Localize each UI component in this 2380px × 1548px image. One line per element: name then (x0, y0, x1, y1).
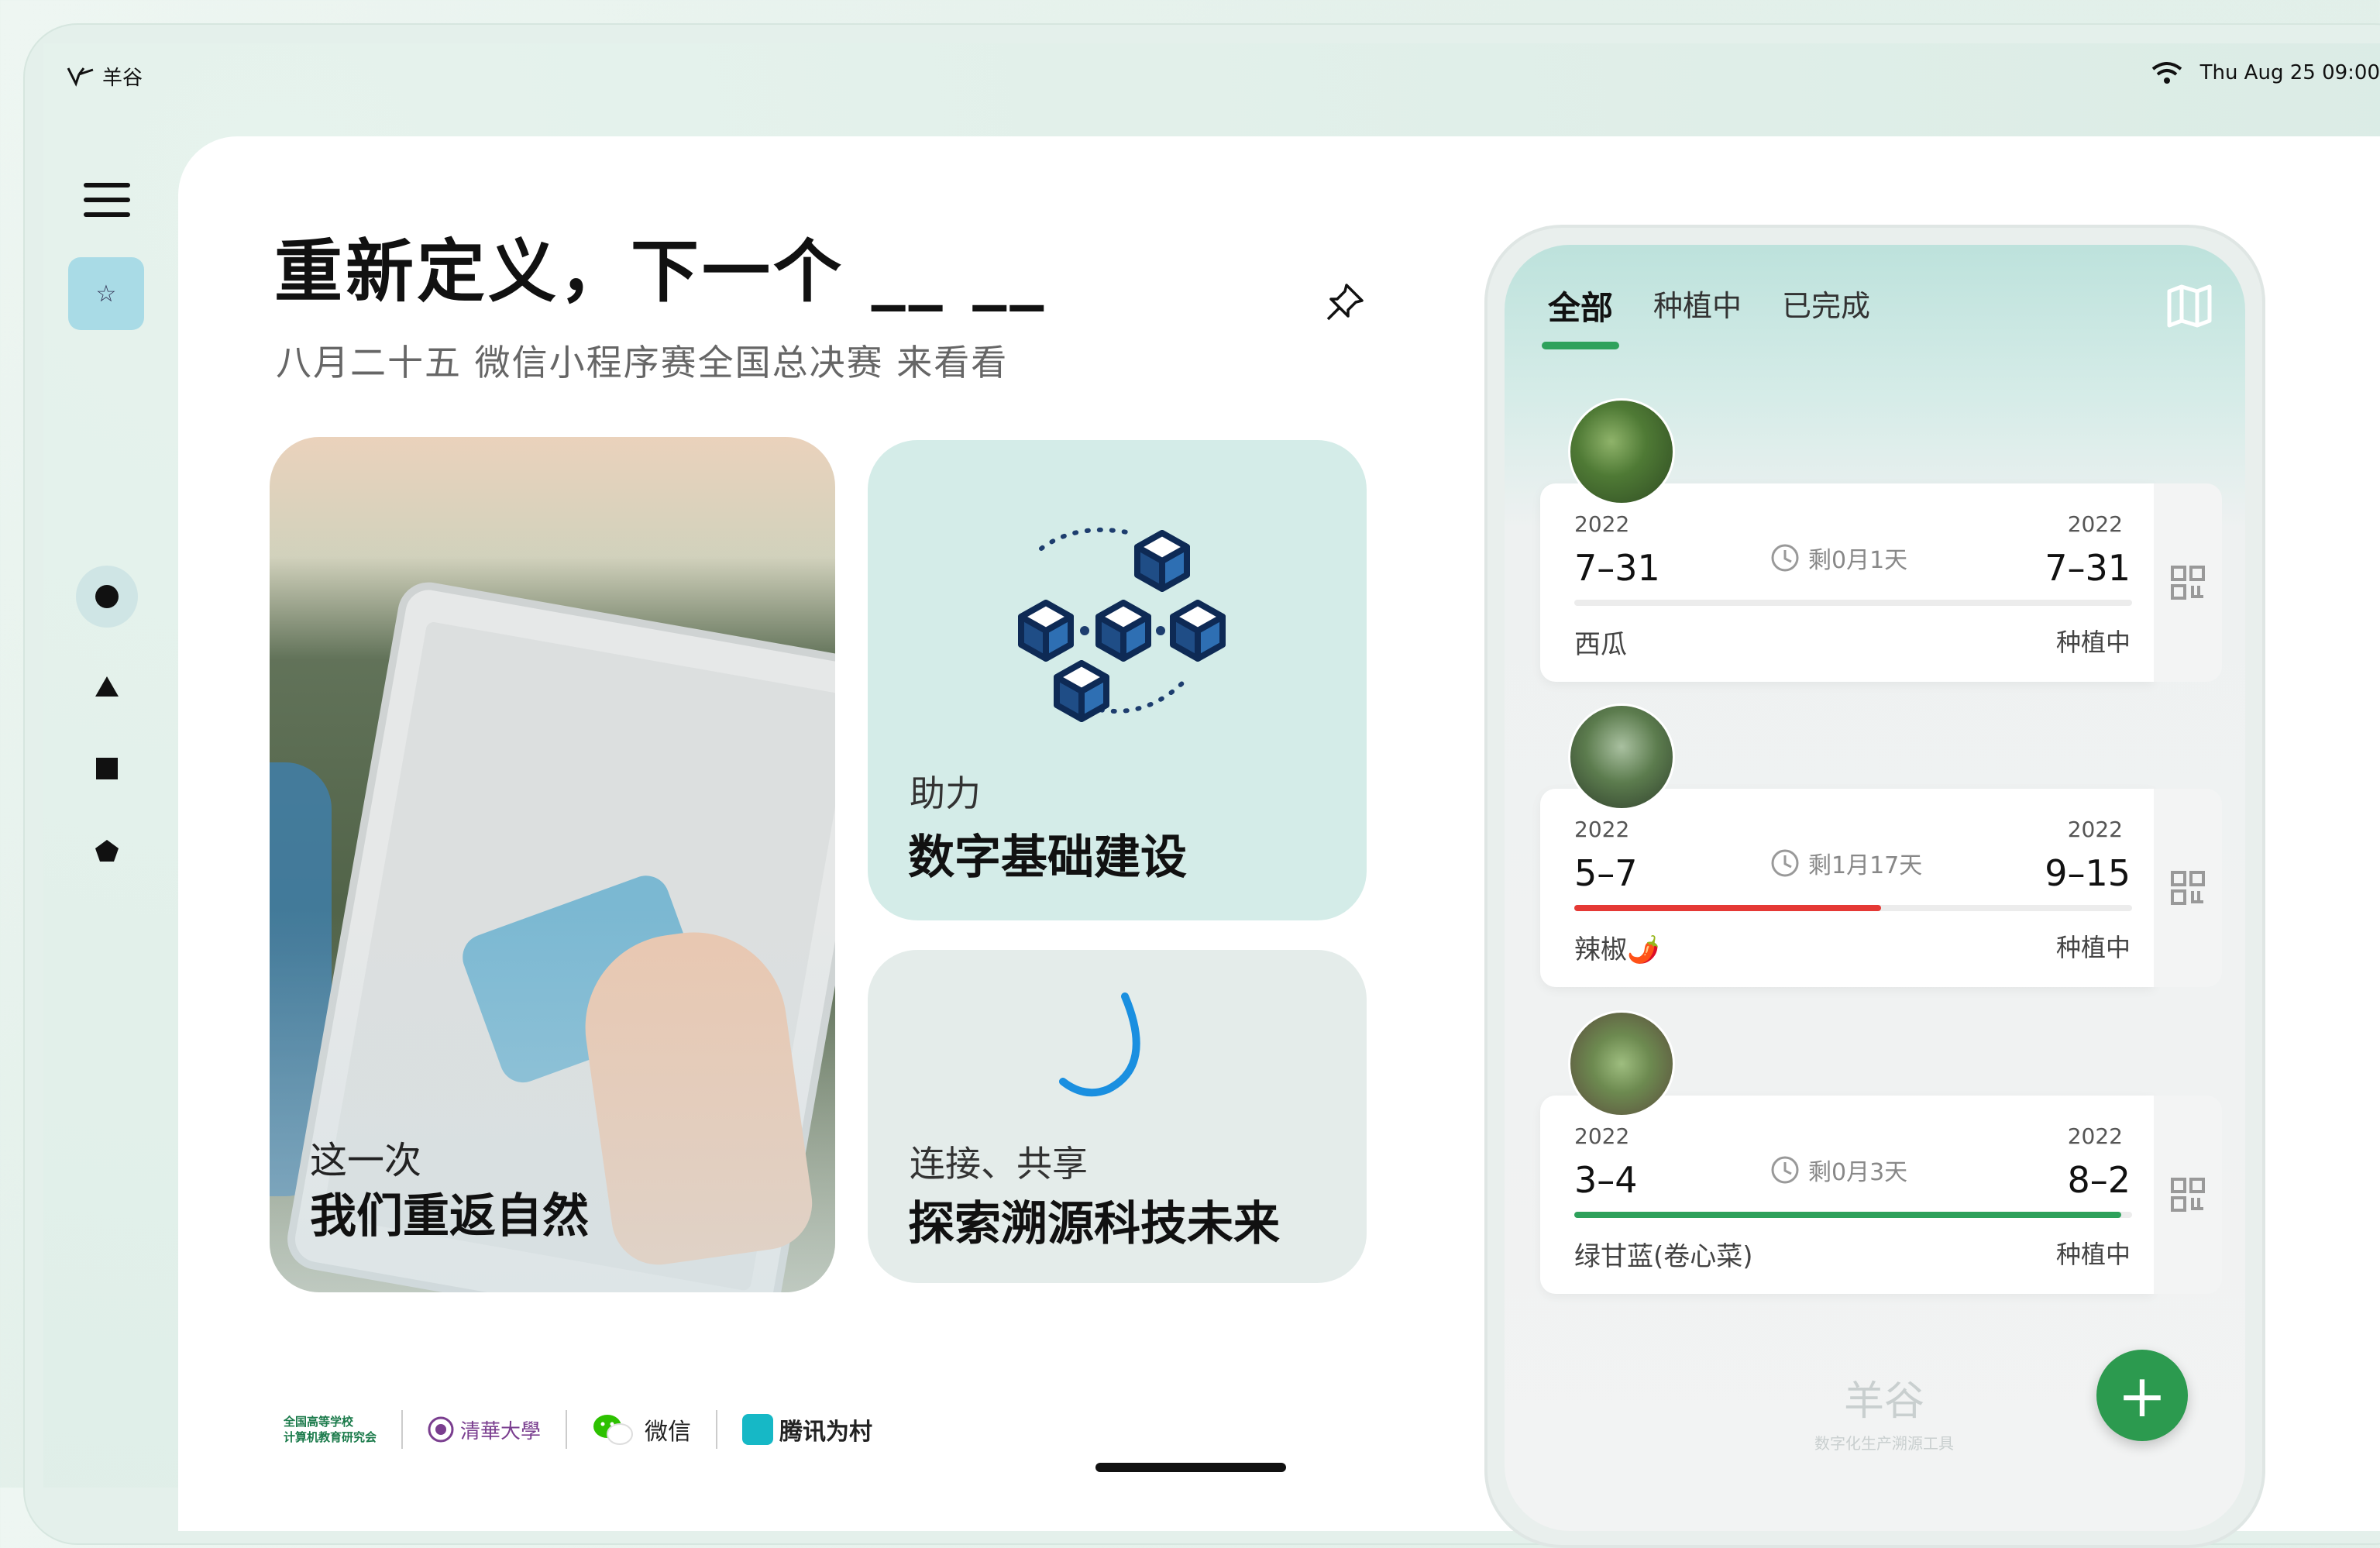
end-date: 8–2 (2067, 1159, 2131, 1201)
partner-logos: 全国高等学校 计算机教育研究会 清華大學 微信 腾讯为村 (284, 1410, 872, 1449)
star-icon: ☆ (95, 280, 117, 308)
phone-tabs: 全部 种植中 已完成 (1541, 282, 1870, 349)
digital-infra-line1: 助力 (910, 772, 981, 814)
app-logo-icon (67, 67, 94, 87)
end-year: 2022 (2067, 817, 2123, 842)
pentagon-icon (95, 840, 119, 862)
pin-icon[interactable] (1323, 280, 1367, 324)
planting-record[interactable]: 2022 3–4 剩0月3天 2022 8–2 绿甘蓝(卷心菜) 种植中 (1540, 1010, 2222, 1294)
qr-code-button[interactable] (2154, 1096, 2222, 1294)
trace-tech-line2: 探索溯源科技未来 (908, 1197, 1280, 1251)
page-subtitle: 八月二十五 微信小程序赛全国总决赛 来看看 (276, 342, 1009, 384)
photo-card-line1: 这一次 (310, 1139, 422, 1182)
tab-planting[interactable]: 种植中 (1653, 282, 1742, 329)
crop-avatar (1568, 1010, 1675, 1117)
plus-icon: + (2117, 1361, 2167, 1430)
map-icon[interactable] (2165, 280, 2214, 330)
qr-code-icon (2171, 566, 2205, 600)
blockchain-cubes-icon (1018, 528, 1226, 722)
crop-avatar (1568, 703, 1675, 810)
home-indicator[interactable] (1095, 1463, 1286, 1472)
clock-icon (1771, 849, 1799, 877)
photo-card-line2: 我们重返自然 (310, 1189, 589, 1244)
record-status: 种植中 (2055, 933, 2131, 962)
start-date: 5–7 (1574, 852, 1638, 894)
nav-circle-button[interactable] (76, 566, 138, 628)
start-date: 7–31 (1574, 547, 1660, 589)
page-title: 重新定义，下一个 __ __ (274, 232, 1047, 311)
tsinghua-seal-icon (428, 1416, 454, 1443)
end-date: 7–31 (2045, 547, 2131, 589)
circle-icon (95, 585, 119, 608)
status-datetime: Thu Aug 25 09:00 (2199, 61, 2380, 84)
partner-tsinghua-logo: 清華大學 (428, 1416, 541, 1444)
planting-record[interactable]: 2022 7–31 剩0月1天 2022 7–31 西瓜 种植中 (1540, 398, 2222, 682)
crop-avatar (1568, 398, 1675, 505)
phone-screen: 全部 种植中 已完成 2022 7–31 剩0月1天 2022 7–31 西瓜 … (1505, 245, 2245, 1531)
wifi-icon (2151, 62, 2182, 84)
menu-icon[interactable] (84, 183, 130, 217)
crop-name: 绿甘蓝(卷心菜) (1574, 1241, 1753, 1272)
crop-name: 辣椒🌶️ (1574, 934, 1660, 965)
qr-code-icon (2171, 1178, 2205, 1212)
add-record-button[interactable]: + (2096, 1350, 2188, 1441)
start-year: 2022 (1574, 817, 1630, 842)
triangle-icon (95, 676, 119, 697)
wechat-icon (593, 1415, 634, 1445)
nav-pentagon-button[interactable] (76, 820, 138, 882)
partner-ccf-logo: 全国高等学校 计算机教育研究会 (284, 1415, 377, 1444)
watermark-logo: 羊谷 数字化生产溯源工具 (1814, 1378, 1954, 1453)
tab-completed[interactable]: 已完成 (1782, 282, 1870, 329)
record-status: 种植中 (2055, 1240, 2131, 1269)
tab-all[interactable]: 全部 (1541, 282, 1620, 349)
status-bar-right: Thu Aug 25 09:00 (2151, 60, 2380, 85)
tencent-village-icon (742, 1414, 774, 1445)
record-status: 种植中 (2055, 628, 2131, 657)
start-year: 2022 (1574, 1123, 1630, 1149)
loading-arc-icon (1059, 992, 1140, 1097)
digital-infra-line2: 数字基础建设 (908, 831, 1187, 885)
digital-infra-card[interactable]: 助力 数字基础建设 (868, 440, 1367, 920)
end-date: 9–15 (2045, 852, 2131, 894)
remaining-time: 剩0月3天 (1770, 1153, 1907, 1187)
remaining-time: 剩1月17天 (1770, 846, 1922, 880)
trace-tech-card[interactable]: 连接、共享 探索溯源科技未来 (868, 950, 1367, 1283)
qr-code-button[interactable] (2154, 789, 2222, 987)
start-date: 3–4 (1574, 1159, 1638, 1201)
end-year: 2022 (2067, 511, 2123, 537)
square-icon (96, 758, 118, 779)
qr-code-icon (2171, 871, 2205, 905)
partner-wechat-logo: 微信 (592, 1412, 691, 1447)
end-year: 2022 (2067, 1123, 2123, 1149)
progress-bar (1574, 1212, 2132, 1218)
status-bar-left: 羊谷 (67, 62, 143, 91)
crop-name: 西瓜 (1574, 629, 1627, 660)
partner-tencent-village-logo: 腾讯为村 (742, 1412, 872, 1447)
planting-record[interactable]: 2022 5–7 剩1月17天 2022 9–15 辣椒🌶️ 种植中 (1540, 703, 2222, 987)
progress-bar (1574, 905, 2132, 911)
app-name: 羊谷 (102, 67, 143, 90)
clock-icon (1771, 1156, 1799, 1184)
start-year: 2022 (1574, 511, 1630, 537)
qr-code-button[interactable] (2154, 483, 2222, 682)
nav-square-button[interactable] (76, 738, 138, 800)
trace-tech-line1: 连接、共享 (910, 1143, 1088, 1185)
photo-card[interactable]: 这一次 我们重返自然 (270, 437, 835, 1292)
nav-triangle-button[interactable] (76, 655, 138, 717)
remaining-time: 剩0月1天 (1770, 541, 1907, 575)
progress-bar (1574, 600, 2132, 606)
phone-mockup: 全部 种植中 已完成 2022 7–31 剩0月1天 2022 7–31 西瓜 … (1484, 225, 2265, 1548)
clock-icon (1771, 544, 1799, 572)
favorites-button[interactable]: ☆ (68, 257, 144, 330)
